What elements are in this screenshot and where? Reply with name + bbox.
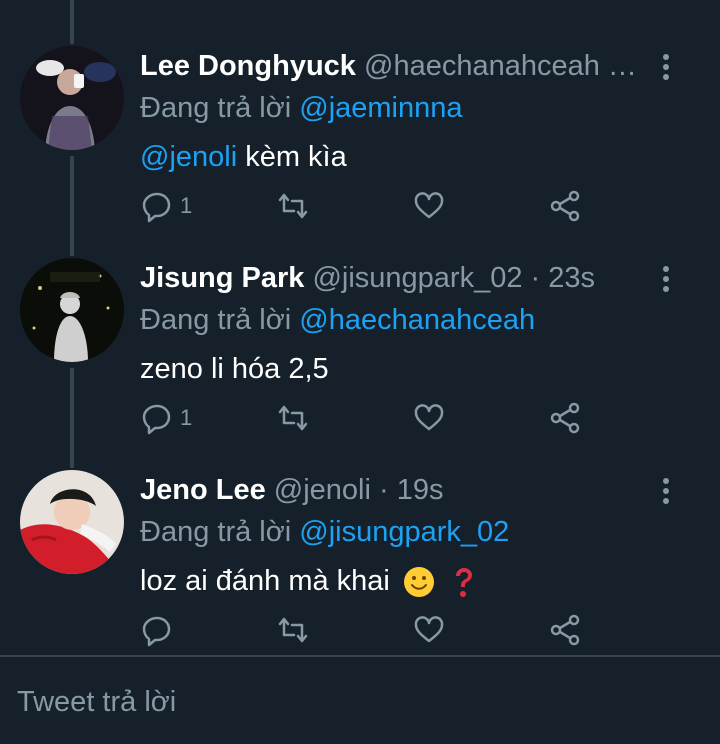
tweet-header: Jisung Park @jisungpark_02 · 23s <box>140 258 640 298</box>
more-dot <box>663 64 669 70</box>
heart-icon <box>414 616 444 643</box>
replying-to-label: Đang trả lời <box>140 304 292 336</box>
replying-to: Đang trả lời @jisungpark_02 <box>140 512 509 552</box>
retweet-icon <box>278 617 308 643</box>
like-button[interactable] <box>412 0 446 2</box>
share-icon <box>550 190 580 222</box>
author-handle[interactable]: @haechanahceah … <box>364 50 637 82</box>
previous-tweet-fragment: 1 <box>0 0 720 16</box>
share-button[interactable] <box>548 186 582 226</box>
share-icon <box>550 402 580 434</box>
replying-to-mention[interactable]: @haechanahceah <box>299 304 535 336</box>
reply-count: 1 <box>180 405 193 430</box>
user-avatar-icon <box>20 470 124 574</box>
reply-count: 1 <box>180 193 193 218</box>
slightly-smiling-face-icon <box>403 567 434 598</box>
replying-to-mention[interactable]: @jaeminnna <box>299 92 462 124</box>
reply-button[interactable]: 1 <box>140 398 192 438</box>
tweet-text-body: kèm kìa <box>237 141 347 173</box>
user-avatar-icon <box>20 46 124 150</box>
tweet-actions <box>140 610 600 650</box>
heart-icon <box>414 404 444 431</box>
like-button[interactable] <box>412 398 446 438</box>
user-avatar-icon <box>20 258 124 362</box>
tweet-item[interactable]: Lee Donghyuck @haechanahceah … Đang trả … <box>0 46 720 246</box>
retweet-icon <box>278 193 308 219</box>
retweet-button[interactable] <box>276 398 310 438</box>
tweet-text: loz ai đánh mà khai <box>140 560 476 602</box>
replying-to: Đang trả lời @haechanahceah <box>140 300 535 340</box>
more-dot <box>663 478 669 484</box>
text-mention[interactable]: @jenoli <box>140 141 237 173</box>
more-dot <box>663 54 669 60</box>
like-button[interactable] <box>412 610 446 650</box>
replying-to: Đang trả lời @jaeminnna <box>140 88 463 128</box>
reply-composer <box>0 657 720 744</box>
tweet-header: Lee Donghyuck @haechanahceah … <box>140 46 640 86</box>
reply-icon <box>142 616 171 647</box>
retweet-button[interactable] <box>276 186 310 226</box>
red-question-mark-icon <box>456 568 472 598</box>
retweet-button[interactable] <box>278 0 312 2</box>
more-dot <box>663 74 669 80</box>
avatar[interactable] <box>20 46 124 150</box>
more-dot <box>663 488 669 494</box>
author-handle[interactable]: @jisungpark_02 · 23s <box>312 262 595 294</box>
share-button[interactable] <box>548 0 582 2</box>
more-dot <box>663 286 669 292</box>
author-name[interactable]: Jeno Lee <box>140 474 266 506</box>
reply-button[interactable]: 1 <box>140 186 192 226</box>
tweet-actions: 1 <box>140 398 600 438</box>
reply-icon <box>142 404 171 435</box>
reply-icon <box>142 192 171 223</box>
reply-button[interactable]: 1 <box>140 0 192 2</box>
tweet-actions: 1 <box>140 0 600 16</box>
more-dot <box>663 276 669 282</box>
more-options-button[interactable] <box>654 266 678 296</box>
author-handle[interactable]: @jenoli · 19s <box>274 474 444 506</box>
replying-to-label: Đang trả lời <box>140 92 292 124</box>
avatar[interactable] <box>20 258 124 362</box>
more-options-button[interactable] <box>654 54 678 84</box>
share-button[interactable] <box>548 610 582 650</box>
tweet-text: zeno li hóa 2,5 <box>140 353 329 385</box>
tweet-item[interactable]: Jeno Lee @jenoli · 19s Đang trả lời @jis… <box>0 470 720 655</box>
share-button[interactable] <box>548 398 582 438</box>
tweet-text: @jenoli kèm kìa <box>140 136 347 178</box>
heart-icon <box>414 192 444 219</box>
avatar[interactable] <box>20 470 124 574</box>
author-name[interactable]: Lee Donghyuck <box>140 50 356 82</box>
retweet-button[interactable] <box>276 610 310 650</box>
tweet-header: Jeno Lee @jenoli · 19s <box>140 470 640 510</box>
reply-input[interactable] <box>17 681 697 723</box>
share-icon <box>550 614 580 646</box>
author-name[interactable]: Jisung Park <box>140 262 304 294</box>
tweet-actions: 1 <box>140 186 600 226</box>
reply-button[interactable] <box>140 610 180 650</box>
tweet-item[interactable]: Jisung Park @jisungpark_02 · 23s Đang tr… <box>0 258 720 458</box>
more-dot <box>663 266 669 272</box>
more-dot <box>663 498 669 504</box>
replying-to-mention[interactable]: @jisungpark_02 <box>299 516 509 548</box>
more-options-button[interactable] <box>654 478 678 508</box>
replying-to-label: Đang trả lời <box>140 516 292 548</box>
tweet-text-body: loz ai đánh mà khai <box>140 565 390 597</box>
retweet-icon <box>278 405 308 431</box>
like-button[interactable] <box>412 186 446 226</box>
